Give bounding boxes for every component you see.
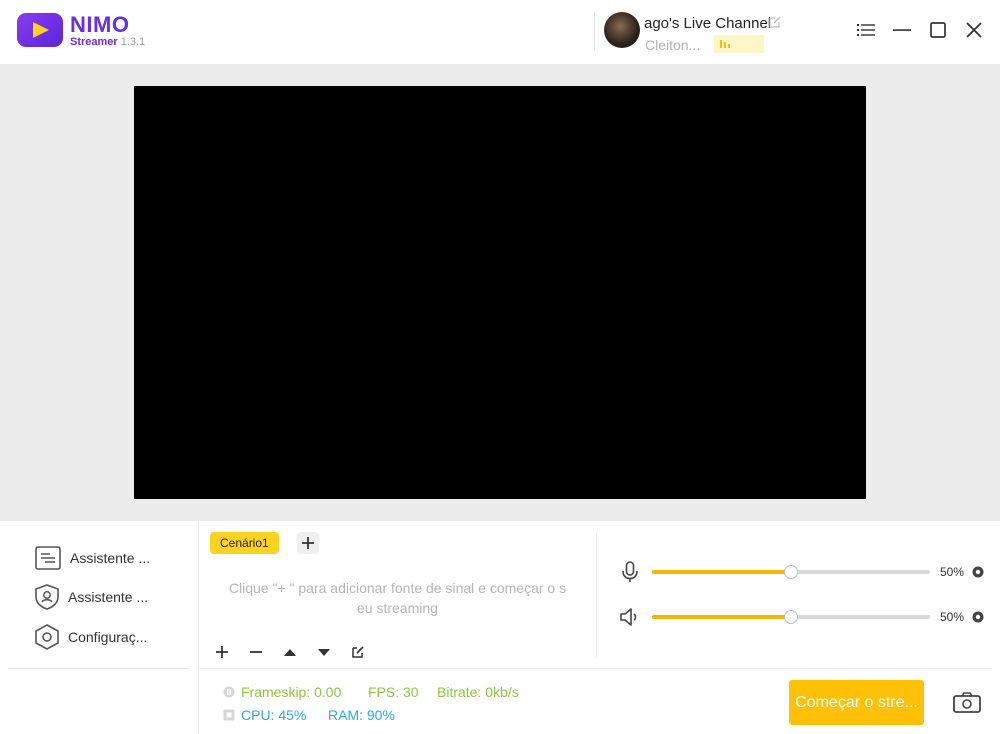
- level-badge-icon: [714, 35, 764, 53]
- bottom-panel: Assistente ... Assistente ... Configuraç…: [0, 521, 1000, 734]
- assistant-list-icon: [35, 546, 61, 570]
- hint-line-1: Clique "+ " para adicionar fonte de sina…: [228, 580, 567, 596]
- cpu-label: CPU:: [241, 707, 275, 723]
- speaker-settings-icon[interactable]: [971, 610, 985, 624]
- cpu-icon: [223, 709, 235, 721]
- nimo-logo-icon: [17, 13, 63, 47]
- user-name: Cleiton...: [645, 37, 701, 53]
- title-divider: [594, 12, 595, 50]
- bitrate-value: 0kb/s: [485, 684, 519, 700]
- camera-icon[interactable]: [952, 691, 982, 715]
- sidebar-item-assistant-1[interactable]: Assistente ...: [34, 544, 150, 572]
- stat-bitrate: Bitrate: 0kb/s: [437, 684, 519, 700]
- fps-value: 30: [403, 684, 419, 700]
- ram-label: RAM:: [328, 707, 363, 723]
- move-down-icon[interactable]: [314, 642, 334, 662]
- preview-area: [0, 64, 1000, 521]
- app-window: NIMO Streamer 1.3.1 ago's Live Channel Cl…: [0, 0, 1000, 734]
- frameskip-icon: [223, 686, 235, 698]
- cpu-value: 45%: [278, 707, 307, 723]
- speaker-icon[interactable]: [618, 605, 642, 629]
- stream-preview[interactable]: [134, 86, 866, 499]
- hint-line-2: eu streaming: [357, 600, 438, 616]
- remove-source-icon[interactable]: [246, 642, 266, 662]
- stat-fps: FPS: 30: [368, 684, 419, 700]
- tab-scene-1[interactable]: Cenário1: [210, 532, 279, 554]
- app-version: 1.3.1: [120, 36, 146, 48]
- frameskip-value: 0.00: [314, 684, 342, 700]
- brand-subtitle-text: Streamer: [70, 36, 118, 48]
- menu-icon[interactable]: [854, 18, 878, 42]
- speaker-volume-value: 50%: [940, 610, 965, 624]
- stat-cpu: CPU: 45%: [241, 707, 306, 723]
- start-streaming-button[interactable]: Começar o stre...: [789, 680, 924, 725]
- microphone-volume-fill: [652, 570, 791, 574]
- speaker-volume-slider[interactable]: [652, 610, 930, 624]
- microphone-volume-value: 50%: [940, 565, 965, 579]
- title-bar: NIMO Streamer 1.3.1 ago's Live Channel Cl…: [0, 0, 1000, 64]
- assistant-shield-icon: [35, 584, 59, 610]
- ram-value: 90%: [366, 707, 395, 723]
- speaker-volume-fill: [652, 615, 791, 619]
- frameskip-label: Frameskip:: [241, 684, 311, 700]
- channel-name[interactable]: ago's Live Channel: [644, 15, 771, 32]
- minimize-icon[interactable]: [890, 18, 914, 42]
- microphone-icon[interactable]: [618, 560, 642, 584]
- status-divider: [199, 668, 992, 669]
- add-source-hint: Clique "+ " para adicionar fonte de sina…: [205, 578, 590, 618]
- speaker-volume-thumb[interactable]: [784, 610, 798, 624]
- add-scene-button[interactable]: [297, 532, 319, 554]
- stat-frameskip: Frameskip: 0.00: [241, 684, 341, 700]
- sidebar-item-label: Assistente ...: [68, 589, 149, 605]
- close-icon[interactable]: [962, 18, 986, 42]
- sidebar-item-label: Configuraç...: [68, 629, 148, 645]
- panel-divider: [596, 533, 597, 657]
- add-source-icon[interactable]: [212, 642, 232, 662]
- sidebar-item-label: Assistente ...: [70, 550, 151, 566]
- microphone-volume-thumb[interactable]: [784, 565, 798, 579]
- edit-icon[interactable]: [768, 15, 782, 29]
- sidebar-divider: [8, 668, 188, 669]
- microphone-volume-slider[interactable]: [652, 565, 930, 579]
- sidebar-item-settings[interactable]: Configuraç...: [34, 623, 147, 651]
- stat-ram: RAM: 90%: [328, 707, 395, 723]
- sidebar: Assistente ... Assistente ... Configuraç…: [0, 521, 199, 734]
- brand-subtitle: Streamer 1.3.1: [70, 36, 145, 48]
- settings-hex-icon: [35, 624, 59, 650]
- maximize-icon[interactable]: [926, 18, 950, 42]
- edit-source-icon[interactable]: [348, 642, 368, 662]
- fps-label: FPS:: [368, 684, 400, 700]
- microphone-settings-icon[interactable]: [971, 565, 985, 579]
- brand-name: NIMO: [70, 12, 130, 37]
- sidebar-item-assistant-2[interactable]: Assistente ...: [34, 583, 148, 611]
- move-up-icon[interactable]: [280, 642, 300, 662]
- bitrate-label: Bitrate:: [437, 684, 482, 700]
- avatar[interactable]: [604, 12, 640, 48]
